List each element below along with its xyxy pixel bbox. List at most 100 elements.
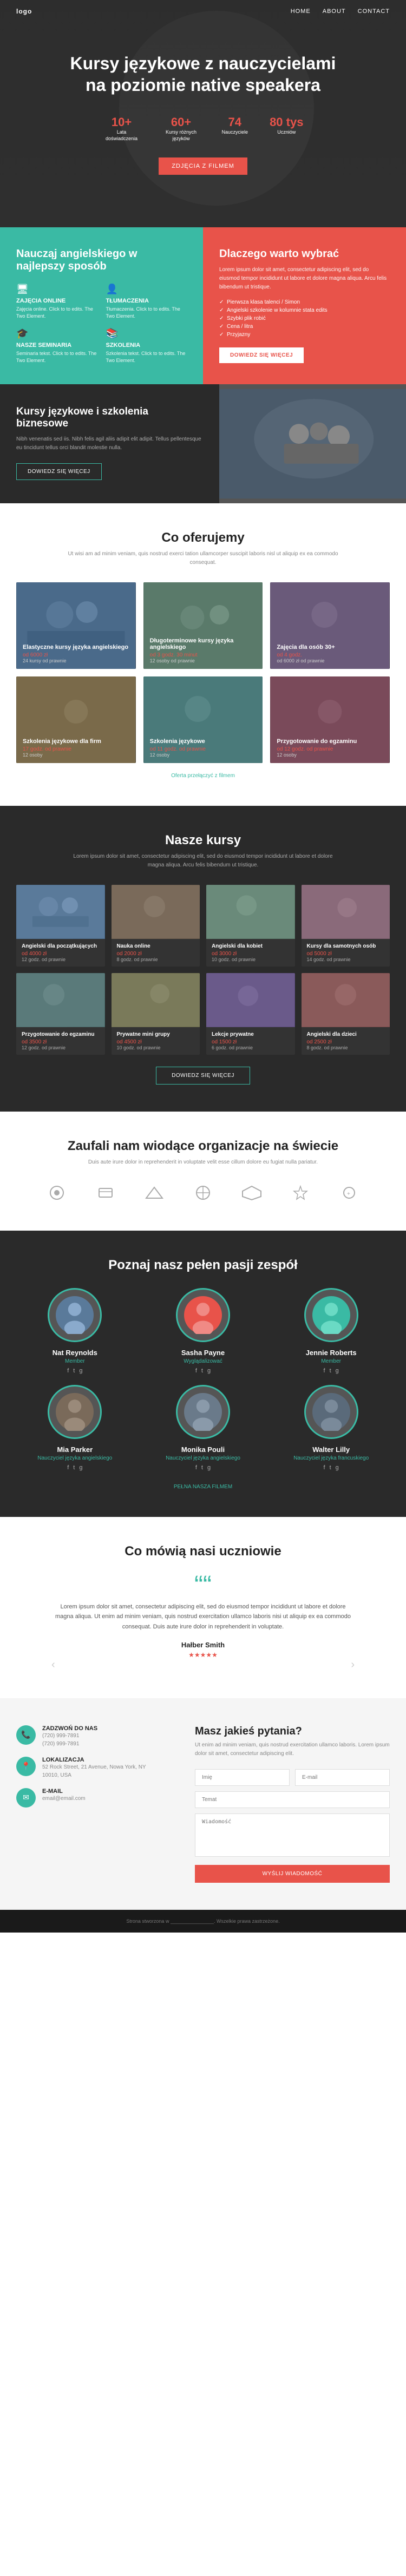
course-img-0 bbox=[16, 885, 105, 939]
contact-message-input[interactable] bbox=[195, 1813, 390, 1857]
team-social-2-tw[interactable]: t bbox=[330, 1368, 331, 1374]
offers-subtitle: Ut wisi am ad minim veniam, quis nostrud… bbox=[68, 550, 338, 567]
team-avatar-4 bbox=[176, 1385, 230, 1439]
hero-stat-3-label: Uczniów bbox=[270, 129, 303, 136]
team-more-link[interactable]: PEŁNA NASZA FILMEM bbox=[16, 1484, 390, 1490]
contact-left: 📞 ZADZWOŃ DO NAS (720) 999-7891 (720) 99… bbox=[16, 1725, 179, 1883]
team-social-0: f t g bbox=[16, 1368, 134, 1374]
team-social-0-fb[interactable]: f bbox=[67, 1368, 69, 1374]
offer-card-2-title: Zajęcia dla osób 30+ bbox=[277, 644, 383, 650]
info-right-button[interactable]: DOWIEDZ SIĘ WIĘCEJ bbox=[219, 347, 304, 363]
team-social-5-fb[interactable]: f bbox=[324, 1464, 325, 1471]
testimonial-stars: ★★★★★ bbox=[51, 1651, 355, 1659]
course-price-3: od 5000 zł bbox=[307, 951, 385, 957]
team-role-4: Nauczyciel języka angielskiego bbox=[145, 1455, 262, 1461]
offer-card-1[interactable]: Długoterminowe kursy języka angielskiego… bbox=[143, 582, 263, 669]
offer-card-0[interactable]: Elastyczne kursy języka angielskiego od … bbox=[16, 582, 136, 669]
hero-cta-button[interactable]: Zdjęcia z filmem bbox=[159, 157, 247, 175]
team-social-3-gp[interactable]: g bbox=[79, 1464, 82, 1471]
info-item-0-text: Zajęcia online. Click to to edits. The T… bbox=[16, 306, 97, 319]
hero-section: Kursy językowe z nauczycielami na poziom… bbox=[0, 0, 406, 227]
team-social-1-fb[interactable]: f bbox=[195, 1368, 197, 1374]
course-meta-7: 8 godz. od prawnie bbox=[307, 1045, 385, 1050]
offer-card-4[interactable]: Szkolenia językowe od 11 godz. od prawni… bbox=[143, 676, 263, 763]
courses-more-button[interactable]: DOWIEDZ SIĘ WIĘCEJ bbox=[156, 1067, 250, 1085]
team-social-2-fb[interactable]: f bbox=[324, 1368, 325, 1374]
course-meta-5: 10 godz. od prawnie bbox=[117, 1045, 195, 1050]
nav-about[interactable]: ABOUT bbox=[323, 8, 346, 15]
course-card-0[interactable]: Angielski dla początkujących od 4000 zł … bbox=[16, 885, 105, 967]
testimonial-next-arrow[interactable]: › bbox=[351, 1659, 355, 1671]
info-item-1-text: Tłumaczenia. Click to to edits. The Two … bbox=[106, 306, 187, 319]
course-info-3: Kursy dla samotnych osób od 5000 zł 14 g… bbox=[302, 939, 390, 967]
info-item-2-head: NASZE SEMINARIA bbox=[16, 342, 97, 349]
team-social-5-tw[interactable]: t bbox=[330, 1464, 331, 1471]
hero-stat-1-num: 60+ bbox=[162, 115, 200, 129]
team-social-2-gp[interactable]: g bbox=[336, 1368, 339, 1374]
contact-email-input[interactable] bbox=[295, 1769, 390, 1786]
trusted-logo-1 bbox=[89, 1182, 122, 1204]
contact-name-input[interactable] bbox=[195, 1769, 290, 1786]
offers-more-link[interactable]: Oferta przełączyć z filmem bbox=[16, 773, 390, 779]
offer-card-4-bg: Szkolenia językowe od 11 godz. od prawni… bbox=[143, 676, 263, 763]
team-social-1: f t g bbox=[145, 1368, 262, 1374]
team-social-1-tw[interactable]: t bbox=[201, 1368, 203, 1374]
course-name-4: Przygotowanie do egzaminu bbox=[22, 1031, 100, 1037]
course-info-1: Nauka online od 2000 zł 8 godz. od prawn… bbox=[112, 939, 200, 967]
team-social-0-tw[interactable]: t bbox=[73, 1368, 75, 1374]
nav-contact[interactable]: CONTACT bbox=[358, 8, 390, 15]
email-icon: ✉ bbox=[16, 1788, 36, 1808]
online-icon: 🖥 bbox=[16, 284, 97, 295]
team-social-4-tw[interactable]: t bbox=[201, 1464, 203, 1471]
contact-submit-button[interactable]: WYŚLIJ WIADOMOŚĆ bbox=[195, 1865, 390, 1883]
info-item-3-head: SZKOLENIA bbox=[106, 342, 187, 349]
team-avatar-3 bbox=[48, 1385, 102, 1439]
offer-card-3[interactable]: Szkolenia językowe dla firm 17 godz. od … bbox=[16, 676, 136, 763]
team-social-4-fb[interactable]: f bbox=[195, 1464, 197, 1471]
team-social-1-gp[interactable]: g bbox=[207, 1368, 211, 1374]
info-item-0: 🖥 ZAJĘCIA ONLINE Zajęcia online. Click t… bbox=[16, 284, 97, 319]
trusted-logo-5 bbox=[284, 1182, 317, 1204]
hero-stat-2-num: 74 bbox=[222, 115, 248, 129]
mid-button[interactable]: DOWIEDZ SIĘ WIĘCEJ bbox=[16, 463, 102, 480]
hero-stat-0: 10+ Lata doświadczenia bbox=[103, 115, 141, 142]
course-card-3[interactable]: Kursy dla samotnych osób od 5000 zł 14 g… bbox=[302, 885, 390, 967]
footer-text: Strona stworzona w ________________. Wsz… bbox=[126, 1918, 279, 1924]
contact-phone-label: ZADZWOŃ DO NAS bbox=[42, 1725, 97, 1732]
course-info-0: Angielski dla początkujących od 4000 zł … bbox=[16, 939, 105, 967]
hero-stat-0-label: Lata doświadczenia bbox=[103, 129, 141, 142]
offer-card-2[interactable]: Zajęcia dla osób 30+ od 4 godz. od 6000 … bbox=[270, 582, 390, 669]
course-card-6[interactable]: Lekcje prywatne od 1500 zł 6 godz. od pr… bbox=[206, 973, 295, 1055]
courses-subtitle: Lorem ipsum dolor sit amet, consectetur … bbox=[68, 852, 338, 870]
mid-image bbox=[219, 384, 406, 503]
offer-card-0-price: od 6000 zł bbox=[23, 652, 129, 658]
course-price-1: od 2000 zł bbox=[117, 951, 195, 957]
contact-location: 📍 LOKALIZACJA 52 Rock Street, 21 Avenue,… bbox=[16, 1757, 179, 1779]
course-card-4[interactable]: Przygotowanie do egzaminu od 3500 zł 12 … bbox=[16, 973, 105, 1055]
offer-card-1-bg: Długoterminowe kursy języka angielskiego… bbox=[143, 582, 263, 669]
list-item-1: Angielski szkolenie w kolumnie stata edi… bbox=[219, 306, 390, 314]
trusted-logo-2 bbox=[138, 1182, 171, 1204]
team-social-4-gp[interactable]: g bbox=[207, 1464, 211, 1471]
course-name-0: Angielski dla początkujących bbox=[22, 943, 100, 949]
course-card-5[interactable]: Prywatne mini grupy od 4500 zł 10 godz. … bbox=[112, 973, 200, 1055]
team-social-3-tw[interactable]: t bbox=[73, 1464, 75, 1471]
course-img-2 bbox=[206, 885, 295, 939]
info-item-1-head: TŁUMACZENIA bbox=[106, 298, 187, 304]
team-social-0-gp[interactable]: g bbox=[79, 1368, 82, 1374]
course-card-7[interactable]: Angielski dla dzieci od 2500 zł 8 godz. … bbox=[302, 973, 390, 1055]
team-social-5-gp[interactable]: g bbox=[336, 1464, 339, 1471]
course-card-1[interactable]: Nauka online od 2000 zł 8 godz. od prawn… bbox=[112, 885, 200, 967]
offers-title: Co oferujemy bbox=[16, 530, 390, 546]
team-social-3-fb[interactable]: f bbox=[67, 1464, 69, 1471]
course-card-2[interactable]: Angielski dla kobiet od 3000 zł 10 godz.… bbox=[206, 885, 295, 967]
trusted-title: Zaufali nam wiodące organizacje na świec… bbox=[16, 1139, 390, 1154]
offer-card-5[interactable]: Przygotowanie do egzaminu od 12 godz. od… bbox=[270, 676, 390, 763]
contact-subject-input[interactable] bbox=[195, 1791, 390, 1808]
offer-card-4-count: 12 osoby bbox=[150, 752, 257, 758]
team-card-5: Walter Lilly Nauczyciel języka francuski… bbox=[272, 1385, 390, 1471]
testimonial-prev-arrow[interactable]: ‹ bbox=[51, 1659, 55, 1671]
nav-home[interactable]: HOME bbox=[291, 8, 311, 15]
course-price-5: od 4500 zł bbox=[117, 1039, 195, 1045]
team-role-2: Member bbox=[272, 1358, 390, 1364]
